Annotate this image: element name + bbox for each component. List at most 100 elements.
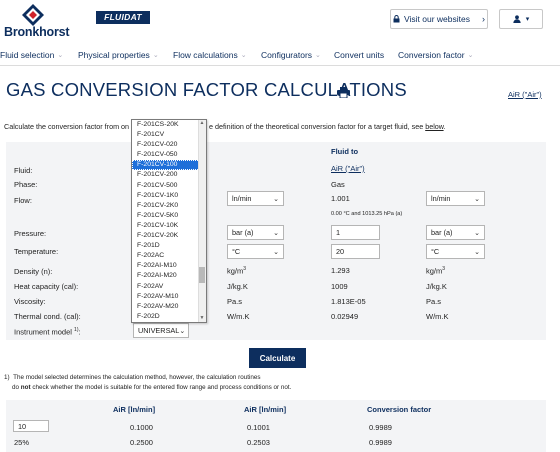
pressure-to-unit-select[interactable]: bar (a) ⌄ (426, 225, 485, 240)
temperature-to-unit-select[interactable]: °C ⌄ (426, 244, 485, 259)
lock-icon (393, 15, 400, 23)
dropdown-option[interactable]: F-201CV-100 (132, 160, 206, 171)
result-cell: 0.1000 (130, 423, 153, 432)
air-fluid-link[interactable]: AiR ("Air") (508, 90, 542, 99)
density-to-unit: kg/m3 (426, 266, 445, 276)
temperature-to-input[interactable]: 20 (331, 244, 380, 259)
scroll-up-icon[interactable]: ▲ (199, 120, 205, 127)
nav-conversion-factor[interactable]: Conversion factor ⌄ (398, 50, 498, 60)
dropdown-option[interactable]: F-201CV-5K0 (132, 211, 206, 221)
chevron-down-icon: ⌄ (273, 248, 279, 256)
intro-after: e definition of the theoretical conversi… (209, 122, 424, 131)
instrument-model-select[interactable]: UNIVERSAL ⌄ (133, 323, 189, 338)
pressure-to-input[interactable]: 1 (331, 225, 380, 240)
viscosity-to-unit: Pa.s (426, 297, 442, 306)
nav-convert-units[interactable]: Convert units (334, 50, 398, 60)
select-value: ln/min (431, 194, 451, 203)
viscosity-to-value: 1.813E-05 (331, 297, 366, 306)
dropdown-option[interactable]: F-201CV-2K0 (132, 201, 206, 211)
dropdown-option[interactable]: F-201CV-020 (132, 140, 206, 150)
select-value: °C (431, 247, 440, 256)
dropdown-option[interactable]: F-202AV-M20 (132, 302, 206, 312)
visit-websites-button[interactable]: Visit our websites › (390, 9, 488, 29)
dropdown-option[interactable]: F-201CV-500 (132, 181, 206, 191)
chevron-down-icon: ⌄ (315, 51, 321, 59)
bronkhorst-logo[interactable]: Bronkhorst (4, 4, 84, 39)
density-from-unit: kg/m3 (227, 266, 246, 276)
results-flow-input[interactable]: 10 (13, 420, 49, 432)
chevron-down-icon: ⌄ (240, 51, 247, 59)
calculate-button[interactable]: Calculate (249, 348, 306, 368)
thermal-cond-from-unit: W/m.K (227, 312, 250, 321)
pressure-from-unit-select[interactable]: bar (a) ⌄ (227, 225, 284, 240)
print-icon[interactable] (337, 87, 350, 98)
phase-to-value: Gas (331, 180, 345, 189)
thermal-cond-to-value: 0.02949 (331, 312, 359, 321)
dropdown-option[interactable]: F-201CS-20K (132, 120, 206, 130)
flow-from-unit-select[interactable]: ln/min ⌄ (227, 191, 284, 206)
nav-label: Configurators (261, 49, 313, 60)
flow-reference-note: 0.00 °C and 1013.25 hPa (a) (331, 211, 403, 217)
instrument-model-dropdown-list[interactable]: F-201CS-20K F-201CV F-201CV-020 F-201CV-050… (131, 119, 207, 323)
dropdown-option[interactable]: F-202AC (132, 251, 206, 261)
nav-physical-properties[interactable]: Physical properties ⌄ (78, 50, 173, 60)
dropdown-option[interactable]: F-201CV-050 (132, 150, 206, 160)
chevron-down-icon: ⌄ (474, 248, 480, 256)
footnote-text: check whether the model is suitable for … (32, 384, 292, 391)
dropdown-scrollbar[interactable]: ▲ ▼ (198, 120, 206, 322)
heat-capacity-from-unit: J/kg.K (227, 282, 248, 291)
chevron-down-icon: ⌄ (273, 195, 279, 203)
thermal-cond-label: Thermal cond. (cal): (14, 312, 81, 321)
density-to-value: 1.293 (331, 266, 350, 275)
dropdown-option[interactable]: F-201CV-200 (132, 170, 206, 180)
footnote-text: The model selected determines the calcul… (13, 374, 261, 381)
dropdown-option[interactable]: F-201CV-1K0 (132, 191, 206, 201)
footnote-bold: not (20, 384, 31, 391)
chevron-down-icon: ⌄ (57, 51, 64, 59)
chevron-down-icon: ⌄ (467, 51, 474, 59)
fluidat-badge[interactable]: FLUIDAT (96, 11, 150, 24)
fluid-to-value[interactable]: AiR ("Air") (331, 164, 365, 173)
dropdown-option[interactable]: F-201CV (132, 130, 206, 140)
user-menu-button[interactable]: ▾ (499, 9, 543, 29)
dropdown-option[interactable]: F-201D (132, 241, 206, 251)
unit-superscript: 3 (243, 266, 247, 272)
chevron-right-icon: › (481, 14, 485, 24)
scroll-down-icon[interactable]: ▼ (199, 315, 205, 322)
select-value: bar (a) (232, 228, 254, 237)
chevron-down-icon: ⌄ (179, 327, 186, 335)
chevron-down-icon: ▾ (525, 16, 530, 23)
phase-label: Phase: (14, 180, 38, 189)
unit-text: kg/m (227, 266, 244, 276)
heat-capacity-to-unit: J/kg.K (426, 282, 447, 291)
intro-below-link[interactable]: below (425, 122, 443, 131)
nav-flow-calculations[interactable]: Flow calculations ⌄ (173, 50, 261, 60)
thermal-cond-to-unit: W/m.K (426, 312, 449, 321)
dropdown-option[interactable]: F-201CV-20K (132, 231, 206, 241)
flow-to-unit-select[interactable]: ln/min ⌄ (426, 191, 485, 206)
scrollbar-thumb[interactable] (199, 267, 205, 283)
dropdown-option[interactable]: F-202AI-M20 (132, 271, 206, 281)
temperature-from-unit-select[interactable]: °C ⌄ (227, 244, 284, 259)
dropdown-option[interactable]: F-202AI-M10 (132, 261, 206, 271)
viscosity-from-unit: Pa.s (227, 297, 243, 306)
dropdown-option[interactable]: F-202AV (132, 282, 206, 292)
results-header-air-to: AiR [ln/min] (244, 405, 287, 414)
visit-websites-label: Visit our websites (404, 14, 470, 24)
nav-fluid-selection[interactable]: Fluid selection ⌄ (0, 50, 78, 60)
intro-text: Calculate the conversion factor from on e… (4, 122, 446, 131)
flow-to-value: 1.001 (331, 194, 350, 203)
site-header: Bronkhorst FLUIDAT Visit our websites › … (0, 0, 560, 42)
dropdown-option[interactable]: F-202D (132, 312, 206, 322)
result-cell: 0.9989 (369, 423, 392, 432)
dropdown-option[interactable]: F-201CV-10K (132, 221, 206, 231)
instrument-model-label: Instrument model 1): (14, 327, 81, 337)
heat-capacity-label: Heat capacity (cal): (14, 282, 79, 291)
main-nav: Fluid selection ⌄ Physical properties ⌄ Fl… (0, 44, 560, 66)
chevron-down-icon: ⌄ (273, 229, 279, 237)
unit-text: kg/m (426, 266, 443, 276)
dropdown-option[interactable]: F-202AV-M10 (132, 292, 206, 302)
nav-label: Fluid selection (0, 49, 55, 60)
intro-end: . (443, 122, 446, 131)
nav-configurators[interactable]: Configurators ⌄ (261, 50, 334, 60)
